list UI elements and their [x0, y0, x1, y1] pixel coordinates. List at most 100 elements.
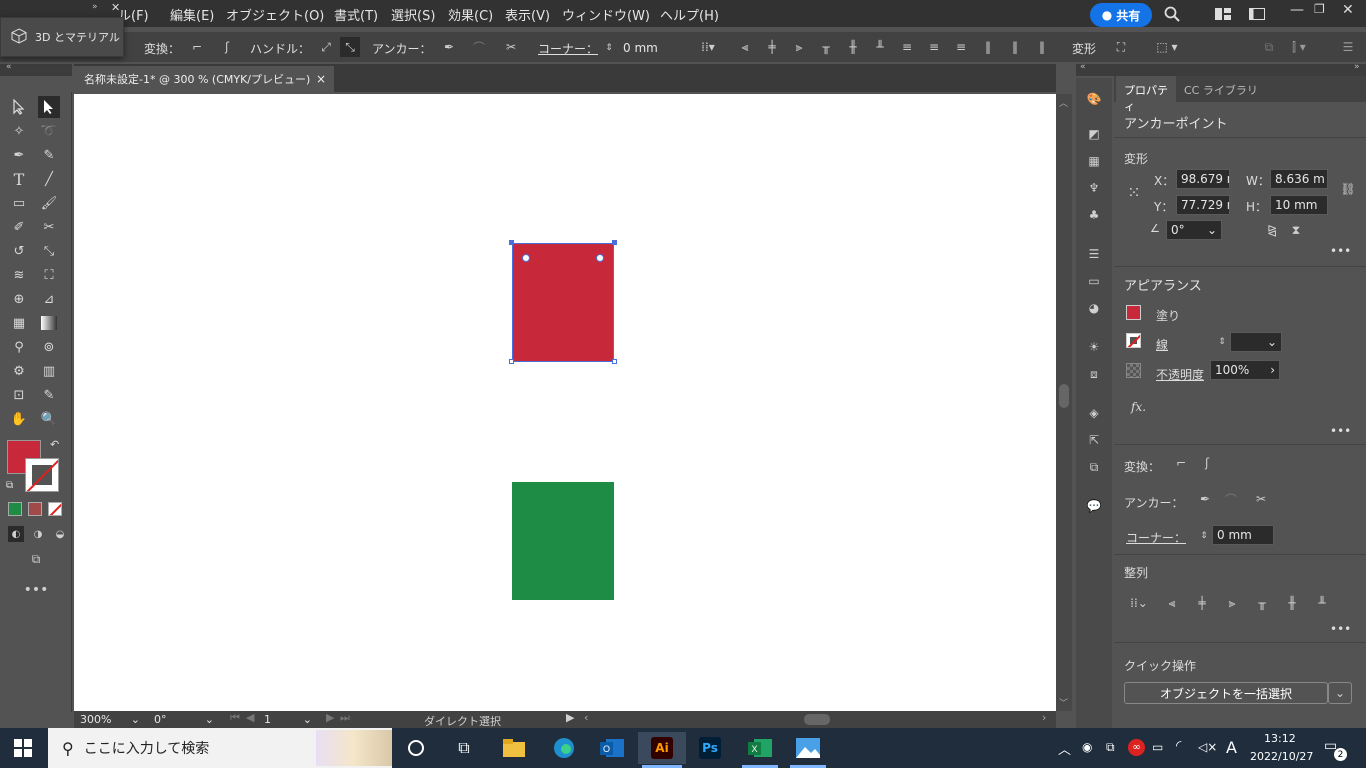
vertical-scrollbar[interactable]: ︿ ﹀: [1056, 94, 1072, 711]
fill-color-swatch[interactable]: [1126, 305, 1141, 320]
minimize-icon[interactable]: —: [1290, 2, 1304, 18]
first-artboard-icon[interactable]: ⏮: [230, 711, 240, 725]
menu-edit[interactable]: 編集(E): [170, 5, 214, 24]
convert-to-corner-icon[interactable]: ⌐: [188, 38, 206, 56]
align-bottom-icon[interactable]: ╨: [871, 40, 889, 54]
magic-wand-tool-icon[interactable]: ✧: [8, 120, 30, 142]
arrange-icon[interactable]: ⫿ ▾: [1284, 38, 1314, 56]
status-menu-icon[interactable]: ▶: [566, 711, 574, 724]
hide-handles-icon[interactable]: ⤡: [340, 37, 360, 57]
search-icon[interactable]: [1162, 4, 1182, 24]
draw-normal-icon[interactable]: ◐: [8, 526, 24, 542]
transform2-label[interactable]: 変形: [1072, 40, 1096, 57]
layers-icon[interactable]: ◈: [1084, 404, 1104, 422]
clock-date[interactable]: 2022/10/27: [1250, 750, 1313, 763]
w-input[interactable]: 8.636 m: [1270, 169, 1328, 189]
artboard-tool-icon[interactable]: ⊡: [8, 384, 30, 406]
arrange-documents-icon[interactable]: [1248, 6, 1266, 22]
next-artboard-icon[interactable]: ▶: [326, 711, 334, 724]
artboard-canvas[interactable]: [74, 94, 1056, 711]
distribute-right-icon[interactable]: ‖: [1033, 40, 1051, 54]
connect-anchor-icon[interactable]: ⌒: [470, 38, 488, 56]
mesh-tool-icon[interactable]: ▦: [8, 312, 30, 334]
more-options-icon[interactable]: •••: [1330, 424, 1351, 438]
menu-type[interactable]: 書式(T): [334, 5, 378, 24]
right-collapse-bar[interactable]: « »: [1076, 62, 1366, 76]
close-window-icon[interactable]: ✕: [1342, 2, 1354, 18]
select-same-dropdown[interactable]: ⌄: [1328, 682, 1352, 704]
show-handles-icon[interactable]: ⤢: [316, 37, 336, 57]
transform-icon[interactable]: ⛶: [1112, 38, 1130, 56]
tray-volume-icon[interactable]: ◁×: [1198, 740, 1217, 754]
opacity-input[interactable]: 100% ›: [1210, 360, 1280, 380]
remove-anchor-icon[interactable]: ✒: [1196, 490, 1214, 508]
color-palette-icon[interactable]: 🎨: [1084, 90, 1104, 108]
align-vcenter-icon[interactable]: ╫: [1282, 594, 1302, 612]
slice-tool-icon[interactable]: ✎: [38, 384, 60, 406]
fill-label[interactable]: 塗り: [1156, 307, 1180, 324]
share-button[interactable]: ● 共有: [1090, 3, 1152, 27]
appearance-panel-icon[interactable]: ☀: [1084, 338, 1104, 356]
anchor-point-br[interactable]: [612, 359, 617, 364]
lasso-tool-icon[interactable]: ➰: [38, 120, 60, 142]
menu-help[interactable]: ヘルプ(H): [660, 5, 719, 24]
scroll-down-icon[interactable]: ﹀: [1059, 696, 1068, 709]
align-hcenter-icon[interactable]: ╪: [763, 40, 781, 54]
distribute-bottom-icon[interactable]: ≡: [952, 40, 970, 54]
clock-time[interactable]: 13:12: [1264, 732, 1296, 745]
excel-icon[interactable]: X: [740, 732, 780, 764]
scissors-tool-icon[interactable]: ✂: [38, 216, 60, 238]
default-colors-icon[interactable]: ⧉: [6, 480, 13, 491]
cut-path-icon[interactable]: ✂: [1252, 490, 1270, 508]
hand-tool-icon[interactable]: ✋: [8, 408, 30, 430]
workspace-switcher-icon[interactable]: [1214, 6, 1232, 22]
paintbrush-tool-icon[interactable]: 🖌: [38, 192, 60, 214]
document-tab[interactable]: 名称未設定-1* @ 300 % (CMYK/プレビュー) ×: [74, 66, 334, 92]
zoom-select[interactable]: 300% ⌄: [76, 712, 144, 727]
gradient-mode-icon[interactable]: [28, 502, 42, 516]
rotate-tool-icon[interactable]: ↺: [8, 240, 30, 262]
menu-window[interactable]: ウィンドウ(W): [562, 5, 650, 24]
corner-input[interactable]: 0 mm: [618, 38, 676, 58]
green-rectangle[interactable]: [512, 482, 614, 600]
isolate-icon[interactable]: ⬚ ▾: [1150, 38, 1184, 56]
align-top-icon[interactable]: ╥: [817, 40, 835, 54]
ime-indicator[interactable]: A: [1226, 738, 1237, 757]
line-tool-icon[interactable]: ╱: [38, 168, 60, 190]
scroll-up-icon[interactable]: ︿: [1059, 96, 1068, 109]
stroke-weight-stepper-icon[interactable]: ⇕: [1216, 333, 1228, 351]
align-to-icon[interactable]: ⁞⁞▾: [696, 38, 720, 56]
scale-tool-icon[interactable]: ⤡: [38, 240, 60, 262]
blend-tool-icon[interactable]: ⊚: [38, 336, 60, 358]
file-explorer-icon[interactable]: [494, 732, 534, 764]
eyedropper-tool-icon[interactable]: ⚲: [8, 336, 30, 358]
direct-selection-tool-icon[interactable]: [38, 96, 60, 118]
align-right-icon[interactable]: ⫸: [1222, 594, 1242, 612]
free-transform-tool-icon[interactable]: ⛶: [38, 264, 60, 286]
symbols-icon[interactable]: ♣: [1084, 206, 1104, 224]
color-mode-icon[interactable]: [8, 502, 22, 516]
distribute-vcenter-icon[interactable]: ≡: [925, 40, 943, 54]
align-bottom-icon[interactable]: ╨: [1312, 594, 1332, 612]
graphic-styles-icon[interactable]: ⧈: [1084, 365, 1104, 383]
align-right-icon[interactable]: ⫸: [790, 40, 808, 54]
shaper-tool-icon[interactable]: ✐: [8, 216, 30, 238]
pathfinder-icon[interactable]: ⧉: [1260, 38, 1278, 56]
tray-creative-cloud-icon[interactable]: ∞: [1128, 739, 1145, 756]
brushes-icon[interactable]: ♆: [1084, 179, 1104, 197]
more-options-icon[interactable]: •••: [1330, 622, 1351, 636]
draw-inside-icon[interactable]: ◒: [52, 526, 68, 542]
tab-properties[interactable]: プロパティ: [1116, 76, 1176, 113]
timeline-icon[interactable]: ⧉: [444, 732, 484, 764]
draw-behind-icon[interactable]: ◑: [30, 526, 46, 542]
convert-smooth-icon[interactable]: ʃ: [1198, 454, 1216, 472]
menu-select[interactable]: 選択(S): [391, 5, 435, 24]
menu-object[interactable]: オブジェクト(O): [226, 5, 324, 24]
constrain-proportions-icon[interactable]: ⛓: [1340, 180, 1356, 198]
distribute-top-icon[interactable]: ≡: [898, 40, 916, 54]
x-input[interactable]: 98.679 r: [1176, 169, 1230, 189]
more-options-icon[interactable]: •••: [1330, 244, 1351, 258]
stroke-label[interactable]: 線: [1156, 336, 1168, 353]
rectangle-tool-icon[interactable]: ▭: [8, 192, 30, 214]
tray-camera-icon[interactable]: ◉: [1082, 740, 1092, 754]
